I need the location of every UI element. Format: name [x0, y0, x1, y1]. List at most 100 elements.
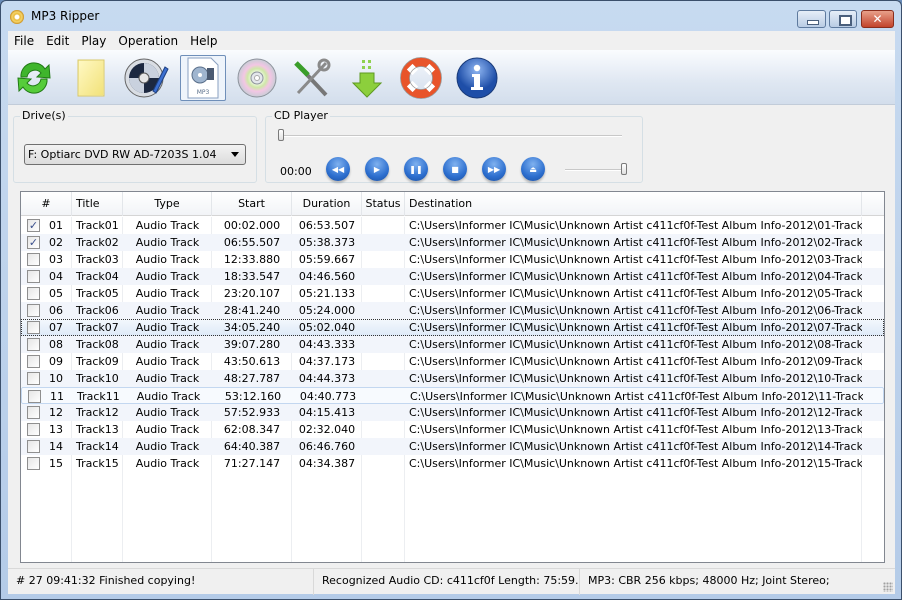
track-duration: 05:21.133 — [298, 287, 356, 300]
track-row[interactable]: 13 Track13 Audio Track 62:08.347 02:32.040 C:… — [21, 421, 884, 438]
track-row[interactable]: 05 Track05 Audio Track 23:20.107 05:21.133 C:… — [21, 285, 884, 302]
column-header-duration[interactable]: Duration — [292, 192, 362, 216]
track-duration: 04:34.387 — [298, 457, 356, 470]
track-destination: C:\Users\Informer IC\Music\Unknown Artis… — [409, 423, 862, 436]
track-checkbox[interactable] — [27, 304, 40, 317]
track-number: 13 — [49, 423, 63, 436]
track-checkbox[interactable] — [27, 338, 40, 351]
cd-button[interactable] — [234, 55, 280, 101]
track-row[interactable]: ✓ 01 Track01 Audio Track 00:02.000 06:53.507 C… — [21, 217, 884, 234]
track-status — [363, 388, 406, 405]
track-checkbox[interactable] — [28, 390, 41, 403]
track-list[interactable]: # Title Type Start Duration Status Desti… — [20, 191, 885, 563]
track-title: Track15 — [76, 457, 119, 470]
fast-forward-button[interactable]: ▶▶ — [482, 157, 506, 181]
rip-button[interactable] — [344, 55, 390, 101]
track-checkbox[interactable]: ✓ — [27, 219, 40, 232]
position-slider-thumb[interactable] — [278, 129, 284, 141]
track-checkbox[interactable] — [27, 270, 40, 283]
play-button[interactable]: ▶ — [365, 157, 389, 181]
track-row[interactable]: 09 Track09 Audio Track 43:50.613 04:37.173 C:… — [21, 353, 884, 370]
track-checkbox[interactable] — [27, 287, 40, 300]
track-number: 10 — [49, 372, 63, 385]
pause-icon: ❚❚ — [409, 164, 423, 174]
about-button[interactable] — [454, 55, 500, 101]
column-header-destination[interactable]: Destination — [405, 192, 862, 216]
volume-slider[interactable] — [565, 163, 627, 175]
minimize-button[interactable] — [797, 10, 826, 28]
track-row[interactable]: 15 Track15 Audio Track 71:27.147 04:34.387 C:… — [21, 455, 884, 472]
track-status — [362, 353, 405, 370]
column-header-type[interactable]: Type — [123, 192, 212, 216]
track-status — [362, 251, 405, 268]
track-checkbox[interactable] — [27, 253, 40, 266]
position-slider[interactable] — [278, 129, 622, 141]
track-start: 62:08.347 — [223, 423, 281, 436]
track-status — [362, 234, 405, 251]
track-status — [362, 336, 405, 353]
refresh-button[interactable] — [11, 55, 57, 101]
track-row[interactable]: ✓ 02 Track02 Audio Track 06:55.507 05:38.373 C… — [21, 234, 884, 251]
track-row[interactable]: 10 Track10 Audio Track 48:27.787 04:44.373 C:… — [21, 370, 884, 387]
row-number-cell: 11 — [22, 388, 73, 403]
track-row[interactable]: 11 Track11 Audio Track 53:12.160 04:40.773 C:… — [21, 387, 884, 404]
track-checkbox[interactable] — [27, 406, 40, 419]
track-row[interactable]: 04 Track04 Audio Track 18:33.547 04:46.560 C:… — [21, 268, 884, 285]
track-row[interactable]: 06 Track06 Audio Track 28:41.240 05:24.000 C:… — [21, 302, 884, 319]
volume-slider-thumb[interactable] — [621, 163, 627, 175]
track-number: 07 — [49, 321, 63, 334]
track-destination: C:\Users\Informer IC\Music\Unknown Artis… — [409, 355, 862, 368]
column-header-status[interactable]: Status — [362, 192, 405, 216]
track-row[interactable]: 12 Track12 Audio Track 57:52.933 04:15.413 C:… — [21, 404, 884, 421]
row-number-cell: 10 — [21, 370, 72, 387]
menu-play[interactable]: Play — [75, 31, 112, 50]
help-button[interactable] — [398, 55, 444, 101]
track-row[interactable]: 14 Track14 Audio Track 64:40.387 06:46.760 C:… — [21, 438, 884, 455]
rewind-button[interactable]: ◀◀ — [326, 157, 350, 181]
close-button[interactable]: ✕ — [861, 10, 894, 28]
track-title: Track02 — [76, 236, 119, 249]
help-lifebuoy-icon — [400, 57, 442, 99]
track-checkbox[interactable] — [27, 321, 40, 334]
menu-operation[interactable]: Operation — [112, 31, 184, 50]
close-icon: ✕ — [872, 12, 883, 26]
track-status — [362, 217, 405, 234]
log-button[interactable] — [68, 55, 114, 101]
track-title: Track04 — [76, 270, 119, 283]
stop-button[interactable]: ■ — [443, 157, 467, 181]
column-header-filler — [862, 192, 884, 216]
title-bar[interactable]: MP3 Ripper ✕ — [1, 1, 901, 31]
maximize-button[interactable] — [829, 10, 857, 28]
track-row[interactable]: 08 Track08 Audio Track 39:07.280 04:43.333 C:… — [21, 336, 884, 353]
eject-button[interactable]: ⏏ — [521, 157, 545, 181]
track-start: 64:40.387 — [223, 440, 281, 453]
track-checkbox[interactable] — [27, 372, 40, 385]
drive-select[interactable]: F: Optiarc DVD RW AD-7203S 1.04 — [24, 144, 246, 165]
column-header-title[interactable]: Title — [72, 192, 123, 216]
track-checkbox[interactable] — [27, 457, 40, 470]
row-number-cell: 12 — [21, 404, 72, 421]
track-type: Audio Track — [135, 321, 200, 334]
pause-button[interactable]: ❚❚ — [404, 157, 428, 181]
track-checkbox[interactable] — [27, 355, 40, 368]
menu-bar: File Edit Play Operation Help — [8, 31, 895, 50]
resize-grip[interactable] — [883, 582, 893, 592]
track-row[interactable]: 07 Track07 Audio Track 34:05.240 05:02.040 C:… — [21, 319, 884, 336]
menu-edit[interactable]: Edit — [40, 31, 75, 50]
column-header-number[interactable]: # — [21, 192, 72, 216]
track-start: 12:33.880 — [223, 253, 281, 266]
track-row[interactable]: 03 Track03 Audio Track 12:33.880 05:59.667 C:… — [21, 251, 884, 268]
mp3-format-button[interactable]: MP3 — [180, 55, 226, 101]
menu-help[interactable]: Help — [184, 31, 223, 50]
column-header-start[interactable]: Start — [212, 192, 292, 216]
track-checkbox[interactable]: ✓ — [27, 236, 40, 249]
track-checkbox[interactable] — [27, 440, 40, 453]
track-number: 12 — [49, 406, 63, 419]
track-checkbox[interactable] — [27, 423, 40, 436]
menu-file[interactable]: File — [8, 31, 40, 50]
edit-cd-button[interactable] — [123, 55, 169, 101]
track-title: Track01 — [76, 219, 119, 232]
track-start: 28:41.240 — [223, 304, 281, 317]
status-format: MP3: CBR 256 kbps; 48000 Hz; Joint Stere… — [588, 574, 830, 587]
settings-button[interactable] — [288, 55, 334, 101]
